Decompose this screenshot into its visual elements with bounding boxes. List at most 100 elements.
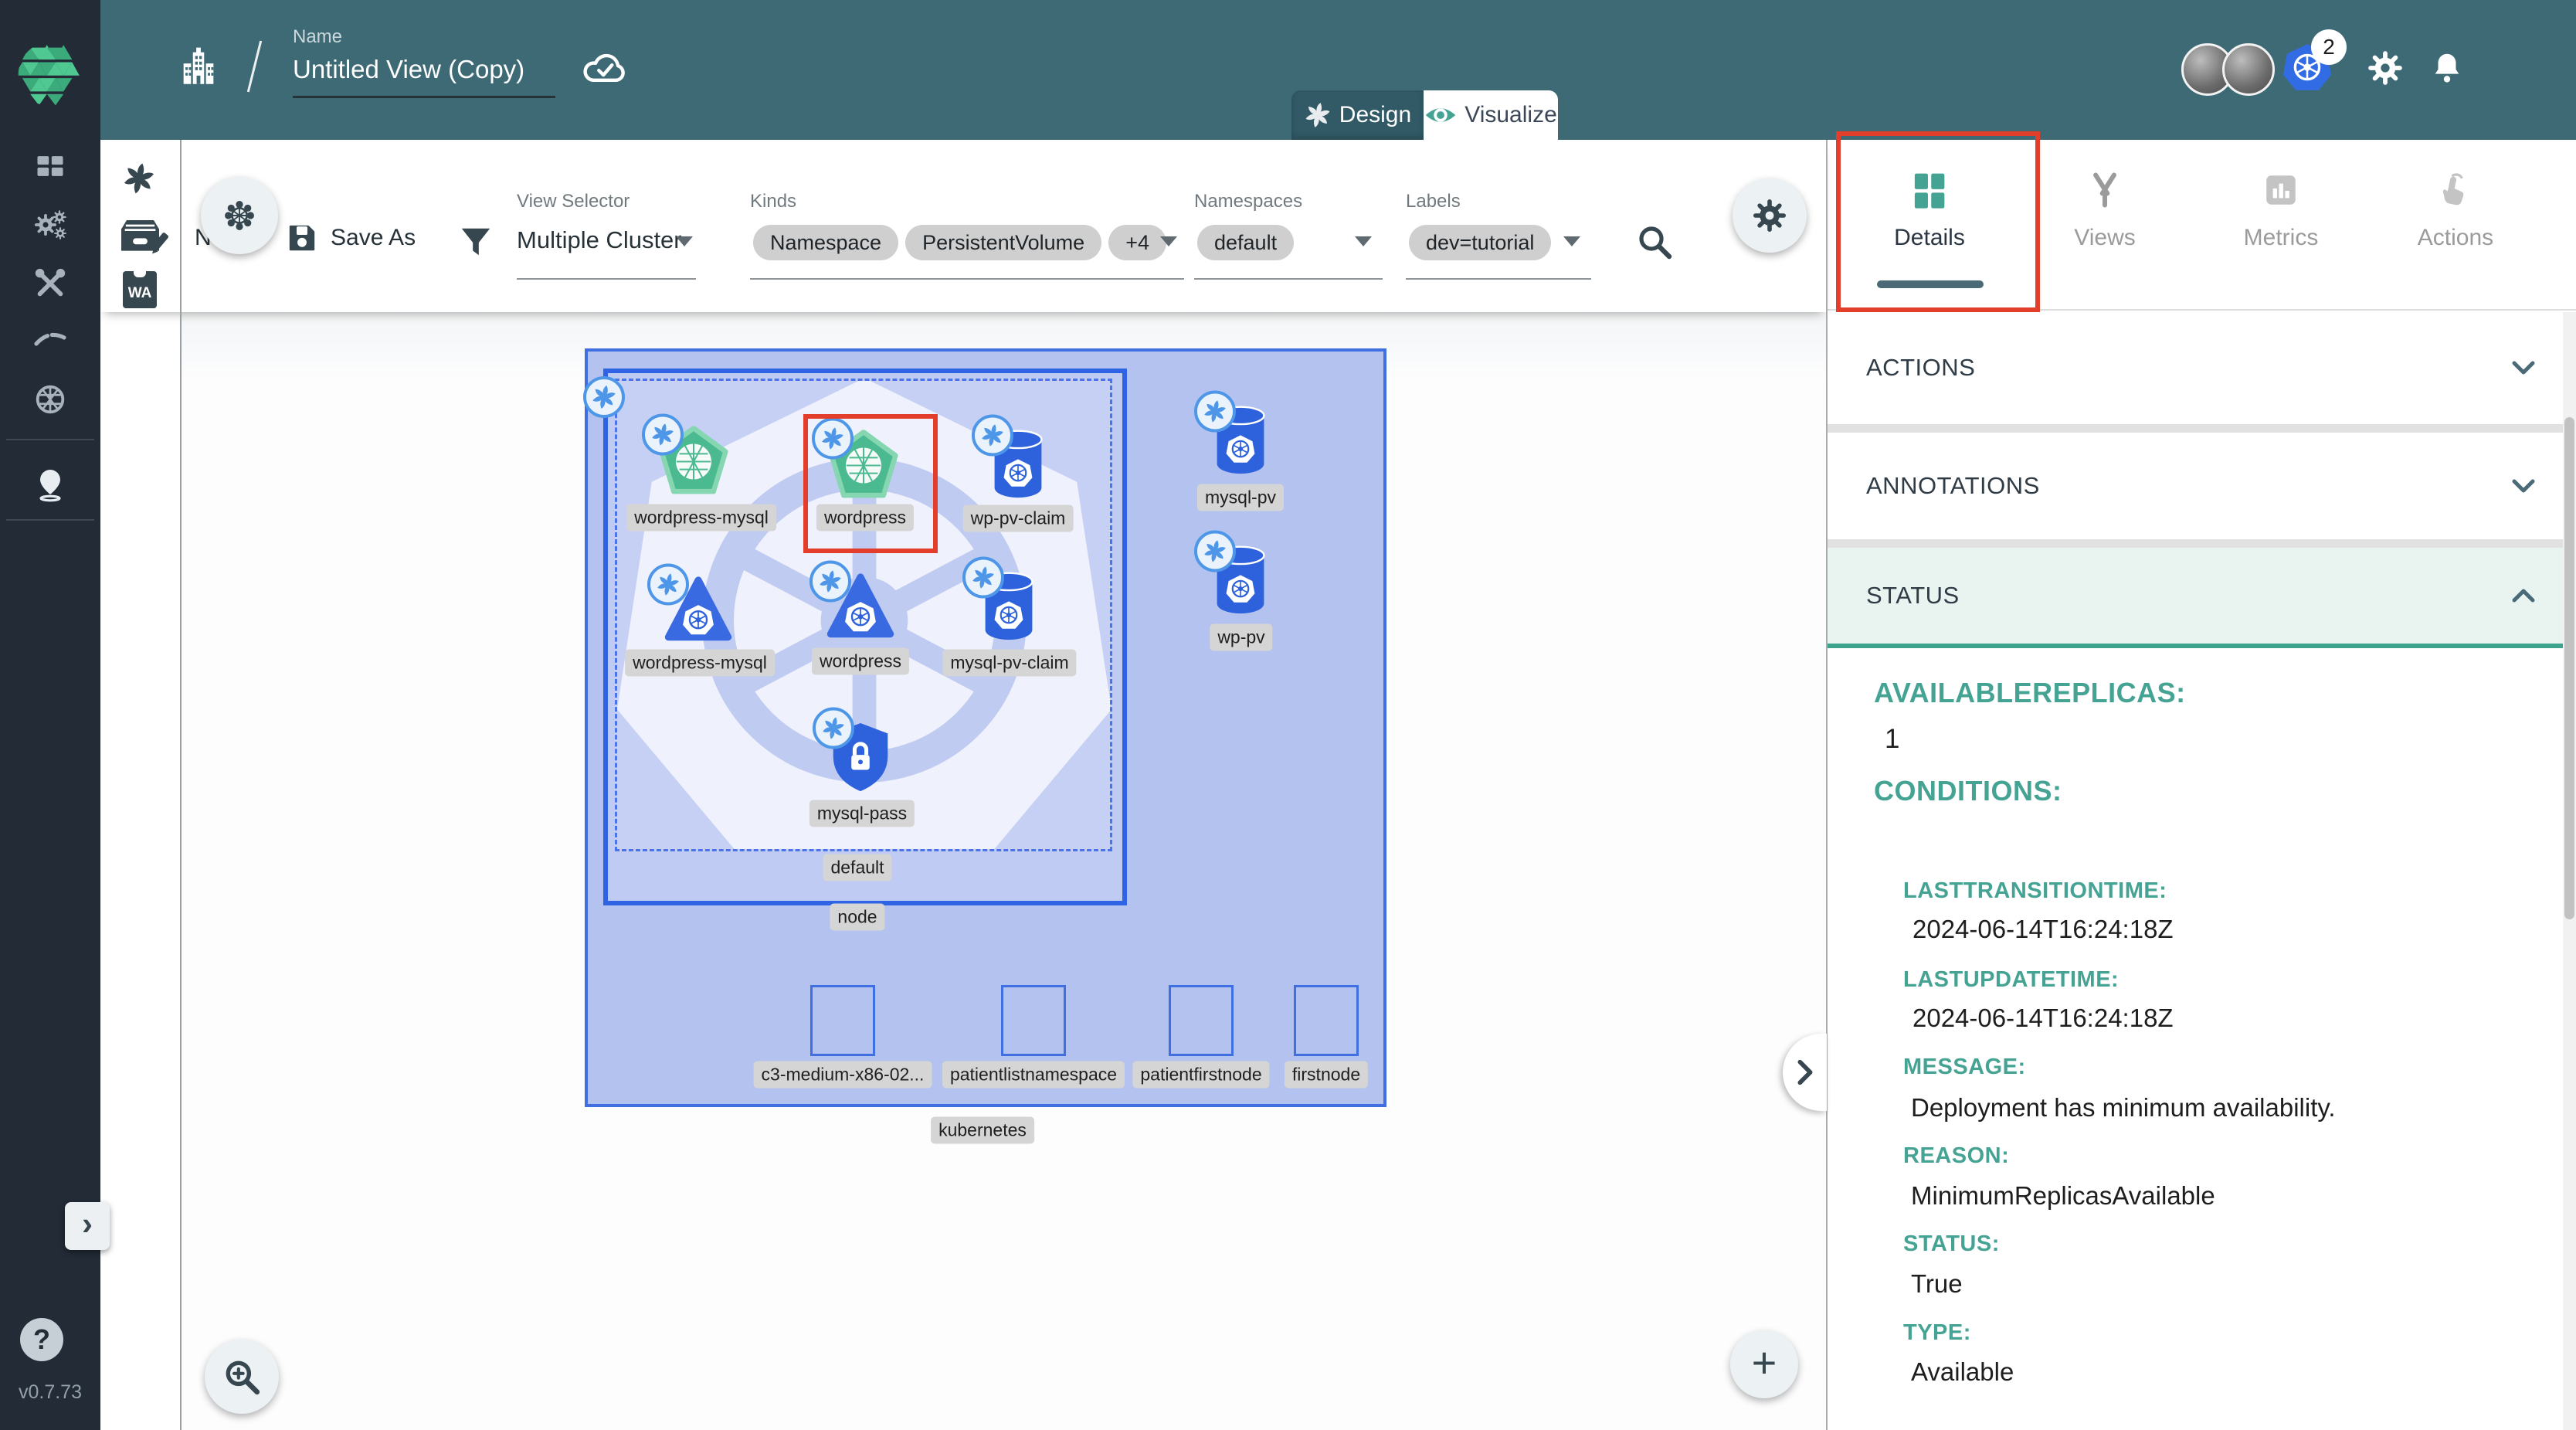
tab-metrics-label: Metrics bbox=[2211, 225, 2350, 251]
toolbox-icon bbox=[32, 266, 68, 301]
view-name-input[interactable] bbox=[293, 49, 563, 90]
node-label: mysql-pv bbox=[1197, 484, 1284, 511]
namespaces-label: Namespaces bbox=[1194, 191, 1302, 212]
chevron-down-icon bbox=[2510, 477, 2537, 494]
canvas-node-infra[interactable] bbox=[1294, 985, 1359, 1056]
kubernetes-context-count-badge: 2 bbox=[2311, 29, 2347, 65]
status-value: 2024-06-14T16:24:18Z bbox=[1912, 915, 2174, 944]
accordion-actions-label: ACTIONS bbox=[1866, 354, 1975, 382]
help-button[interactable]: ? bbox=[20, 1318, 63, 1361]
search-icon bbox=[1636, 223, 1673, 260]
kind-chip[interactable]: Namespace bbox=[753, 225, 898, 260]
view-selector-select[interactable]: Multiple Cluster bbox=[517, 226, 682, 254]
kinds-select[interactable]: Namespace PersistentVolume +4 bbox=[753, 225, 1166, 260]
organization-icon[interactable] bbox=[174, 42, 223, 92]
gear-icon bbox=[1751, 197, 1788, 234]
meshery-logo-icon[interactable] bbox=[13, 37, 87, 111]
status-value: True bbox=[1911, 1269, 1963, 1299]
tab-actions[interactable]: Actions bbox=[2386, 155, 2525, 251]
node-label: wp-pv bbox=[1210, 624, 1272, 651]
scrollbar-thumb[interactable] bbox=[2564, 417, 2574, 919]
canvas-node-service-wordpress[interactable] bbox=[825, 573, 896, 647]
tab-actions-label: Actions bbox=[2386, 225, 2525, 251]
add-node-button[interactable]: + bbox=[1730, 1330, 1798, 1398]
sidebar-item-kanvas-locator[interactable] bbox=[0, 457, 100, 511]
meshery-badge-icon bbox=[1194, 391, 1236, 433]
new-view-fab-button[interactable] bbox=[201, 177, 278, 254]
panel-scrollbar[interactable] bbox=[2563, 312, 2576, 1430]
view-selector-underline bbox=[517, 278, 696, 280]
tab-design[interactable]: Design bbox=[1291, 90, 1424, 140]
accordion-status[interactable]: STATUS bbox=[1828, 548, 2576, 648]
sidebar-item-dashboard[interactable] bbox=[0, 139, 100, 193]
extensions-icon bbox=[32, 382, 68, 417]
save-as-button[interactable]: Save As bbox=[286, 222, 416, 254]
tab-design-label: Design bbox=[1339, 102, 1411, 128]
filter-button[interactable] bbox=[454, 220, 497, 263]
sidebar-item-lifecycle[interactable] bbox=[0, 198, 100, 252]
dock-wasm-filter-icon[interactable]: WA bbox=[123, 271, 157, 308]
zoom-in-button[interactable] bbox=[205, 1340, 279, 1414]
labels-underline bbox=[1406, 278, 1591, 280]
canvas-node-infra[interactable] bbox=[1001, 985, 1066, 1056]
collaborator-avatar[interactable] bbox=[2222, 43, 2275, 96]
tab-visualize-label: Visualize bbox=[1464, 102, 1557, 128]
node-label: wordpress-mysql bbox=[626, 504, 776, 532]
canvas-node-deployment-wordpress-mysql[interactable] bbox=[657, 426, 730, 501]
settings-button[interactable] bbox=[2364, 46, 2407, 90]
chevron-down-icon[interactable] bbox=[676, 236, 693, 246]
node-label: wordpress-mysql bbox=[625, 650, 775, 677]
meshery-swirl-icon bbox=[1304, 101, 1332, 129]
canvas-settings-fab-button[interactable] bbox=[1733, 178, 1807, 253]
sidebar-item-extensions[interactable] bbox=[0, 372, 100, 426]
node-label: mysql-pv-claim bbox=[942, 650, 1076, 677]
sidebar-item-performance[interactable] bbox=[0, 312, 100, 366]
tab-visualize[interactable]: Visualize bbox=[1424, 90, 1558, 140]
canvas-node-pvc-wp-pv-claim[interactable] bbox=[987, 427, 1049, 508]
meshery-badge-icon bbox=[972, 415, 1013, 457]
canvas-node-infra[interactable] bbox=[1169, 985, 1234, 1056]
accordion-annotations-label: ANNOTATIONS bbox=[1866, 472, 2040, 500]
chevron-down-icon[interactable] bbox=[1563, 236, 1580, 246]
namespace-chip[interactable]: default bbox=[1197, 225, 1294, 260]
accordion-actions[interactable]: ACTIONS bbox=[1828, 311, 2576, 424]
notifications-button[interactable] bbox=[2427, 46, 2467, 90]
hand-pointer-icon bbox=[2436, 171, 2475, 209]
wasm-label: WA bbox=[128, 285, 152, 302]
sidebar-expand-button[interactable]: › bbox=[65, 1202, 110, 1250]
view-selector-label: View Selector bbox=[517, 191, 630, 212]
kind-chip-more[interactable]: +4 bbox=[1108, 225, 1166, 260]
chevron-down-icon bbox=[2510, 359, 2537, 376]
cluster-label: kubernetes bbox=[931, 1117, 1034, 1144]
kind-chip[interactable]: PersistentVolume bbox=[905, 225, 1101, 260]
dock-designs-drawer-icon[interactable] bbox=[116, 214, 170, 259]
labels-select[interactable]: dev=tutorial bbox=[1409, 225, 1551, 260]
app-version: v0.7.73 bbox=[0, 1381, 100, 1404]
dashboard-icon bbox=[33, 149, 67, 183]
canvas-node-pv-wp-pv[interactable] bbox=[1210, 543, 1271, 624]
canvas-node-secret-mysql-pass[interactable] bbox=[828, 720, 893, 800]
canvas-node-service-wordpress-mysql[interactable] bbox=[663, 576, 734, 650]
infra-label: patientlistnamespace bbox=[942, 1061, 1125, 1089]
chevron-up-icon bbox=[2510, 587, 2537, 604]
dock-meshery-swirl-icon[interactable] bbox=[121, 161, 157, 196]
tab-metrics[interactable]: Metrics bbox=[2211, 155, 2350, 251]
canvas-node-pv-mysql-pv[interactable] bbox=[1210, 403, 1271, 484]
canvas-node-pvc-mysql-pv-claim[interactable] bbox=[978, 569, 1040, 650]
app-root: › ? v0.7.73 bbox=[0, 0, 2576, 1430]
chevron-down-icon[interactable] bbox=[1160, 236, 1177, 246]
visualization-canvas[interactable]: wordpress-mysql wordpress wp-pv-claim my… bbox=[180, 312, 1827, 1430]
annotation-highlight-details-tab bbox=[1836, 131, 2040, 312]
chevron-down-icon[interactable] bbox=[1355, 236, 1372, 246]
canvas-node-infra[interactable] bbox=[810, 985, 875, 1056]
accordion-annotations[interactable]: ANNOTATIONS bbox=[1828, 433, 2576, 539]
infra-label: firstnode bbox=[1285, 1061, 1368, 1089]
sidebar-item-configuration[interactable] bbox=[0, 256, 100, 311]
floppy-disk-icon bbox=[286, 222, 318, 254]
plus-icon: + bbox=[1752, 1337, 1777, 1388]
label-chip[interactable]: dev=tutorial bbox=[1409, 225, 1551, 260]
search-button[interactable] bbox=[1631, 219, 1678, 265]
namespaces-select[interactable]: default bbox=[1197, 225, 1294, 260]
cluster-flower-icon bbox=[222, 198, 257, 233]
tab-views[interactable]: Views bbox=[2035, 155, 2174, 251]
